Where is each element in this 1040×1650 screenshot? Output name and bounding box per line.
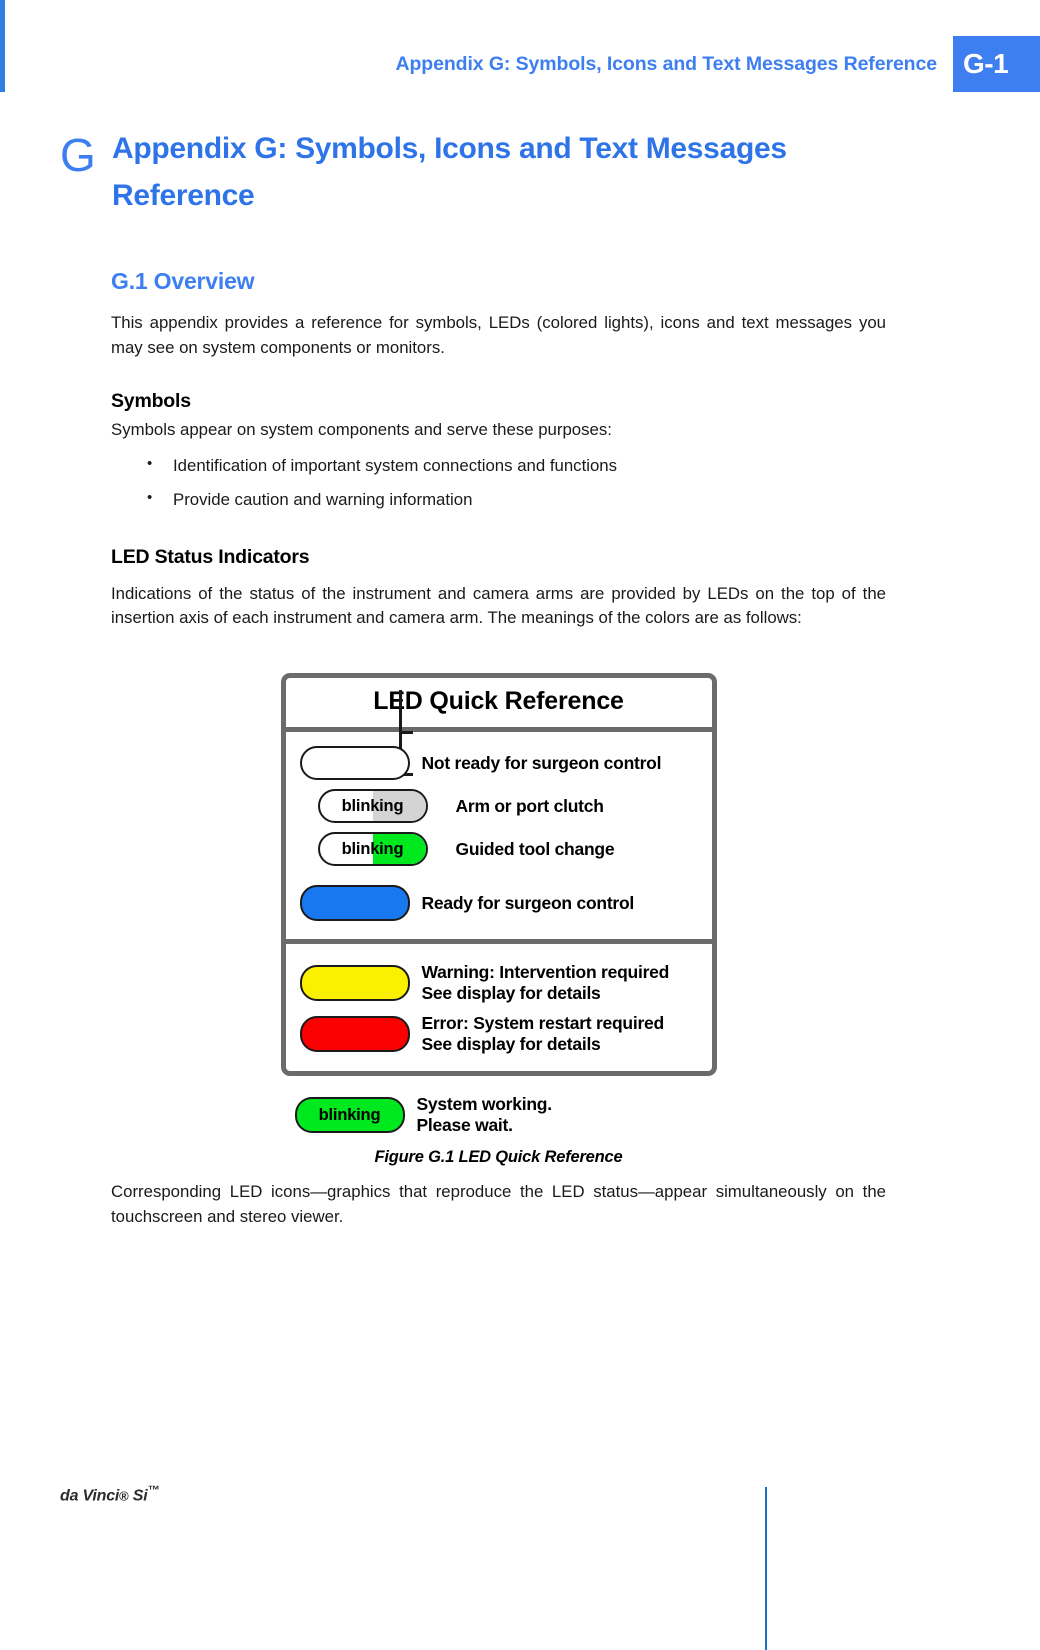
chapter-letter: G bbox=[60, 129, 96, 181]
led-lamp-label: blinking bbox=[341, 839, 404, 858]
overview-paragraph: This appendix provides a reference for s… bbox=[111, 313, 886, 357]
led-description-line1: System working. bbox=[416, 1094, 553, 1114]
led-lamp-blinking-green-solid-icon: blinking bbox=[294, 1097, 405, 1133]
led-row-system-working: blinking System working. Please wait. bbox=[281, 1094, 717, 1136]
figure-caption: Figure G.1 LED Quick Reference bbox=[374, 1148, 623, 1166]
led-description-line2: Please wait. bbox=[416, 1115, 513, 1135]
led-row-description: Warning: Intervention required See displ… bbox=[422, 962, 670, 1004]
led-row-description: Guided tool change bbox=[456, 839, 615, 860]
content-column: G.1 Overview This appendix provides a re… bbox=[111, 268, 886, 1226]
led-lamp-off-icon bbox=[299, 746, 410, 780]
chapter-title-block: G Appendix G: Symbols, Icons and Text Me… bbox=[60, 126, 890, 219]
running-header-title: Appendix G: Symbols, Icons and Text Mess… bbox=[395, 52, 938, 75]
section-heading-overview: G.1 Overview bbox=[111, 268, 255, 294]
led-lamp-blue-icon bbox=[299, 885, 410, 921]
page-number-badge: G-1 bbox=[953, 36, 1040, 92]
running-header: Appendix G: Symbols, Icons and Text Mess… bbox=[0, 36, 1040, 92]
led-row-ready-for-surgeon-control: Ready for surgeon control bbox=[299, 885, 712, 921]
led-row-warning: Warning: Intervention required See displ… bbox=[299, 962, 712, 1004]
footer-model: Si bbox=[128, 1487, 148, 1505]
led-row-description: Arm or port clutch bbox=[456, 796, 604, 817]
footer-product-name: da Vinci® Si™ bbox=[60, 1483, 160, 1505]
led-description-line1: Warning: Intervention required bbox=[421, 962, 670, 982]
trademark-mark-icon: ™ bbox=[147, 1483, 160, 1497]
led-lamp-blinking-green-icon: blinking bbox=[317, 832, 428, 866]
page-title: Appendix G: Symbols, Icons and Text Mess… bbox=[112, 132, 787, 212]
led-section-status: Not ready for surgeon control blinking A… bbox=[286, 690, 712, 939]
symbols-intro-paragraph: Symbols appear on system components and … bbox=[111, 420, 612, 440]
led-row-description: Error: System restart required See displ… bbox=[421, 1013, 665, 1055]
led-row-not-ready: Not ready for surgeon control bbox=[299, 746, 712, 780]
led-lamp-label: blinking bbox=[318, 1105, 381, 1124]
led-description-line1: Not ready for surgeon control bbox=[421, 752, 662, 773]
led-row-description: System working. Please wait. bbox=[416, 1094, 553, 1136]
led-row-description: Ready for surgeon control bbox=[422, 893, 635, 914]
led-description-line1: Guided tool change bbox=[455, 838, 615, 859]
footer-product: da Vinci bbox=[60, 1487, 120, 1505]
led-section-alerts: Warning: Intervention required See displ… bbox=[286, 944, 712, 1071]
led-lamp-red-icon bbox=[299, 1016, 410, 1052]
led-description-line2: See display for details bbox=[421, 983, 601, 1003]
symbols-bullet-list: Identification of important system conne… bbox=[111, 453, 886, 513]
registered-mark-icon: ® bbox=[119, 1488, 129, 1504]
led-figure-title: LED Quick Reference bbox=[373, 687, 624, 715]
led-description-line1: Error: System restart required bbox=[421, 1013, 665, 1033]
sub-heading-led-status-indicators: LED Status Indicators bbox=[111, 545, 310, 568]
led-title-band: LED Quick Reference bbox=[285, 678, 712, 732]
led-row-arm-or-port-clutch: blinking Arm or port clutch bbox=[300, 789, 712, 823]
led-reference-box: LED Quick Reference Not ready for surgeo… bbox=[280, 673, 717, 1076]
led-status-paragraph: Indications of the status of the instrum… bbox=[111, 583, 886, 628]
after-figure-paragraph: Corresponding LED icons—graphics that re… bbox=[111, 1182, 886, 1226]
led-row-error: Error: System restart required See displ… bbox=[299, 1013, 712, 1055]
sub-heading-symbols: Symbols bbox=[111, 390, 191, 413]
led-quick-reference-figure: LED Quick Reference Not ready for surgeo… bbox=[111, 673, 886, 1167]
after-figure-block: Corresponding LED icons—graphics that re… bbox=[111, 1180, 886, 1229]
led-description-line2: See display for details bbox=[421, 1034, 601, 1054]
list-item: Identification of important system conne… bbox=[141, 453, 886, 479]
led-lamp-label: blinking bbox=[341, 796, 404, 815]
footer-vertical-rule bbox=[765, 1487, 767, 1650]
list-item: Provide caution and warning information bbox=[141, 487, 886, 513]
led-row-description: Not ready for surgeon control bbox=[422, 753, 662, 774]
led-description-line1: Arm or port clutch bbox=[455, 795, 604, 816]
led-description-line1: Ready for surgeon control bbox=[421, 892, 635, 913]
led-row-guided-tool-change: blinking Guided tool change bbox=[300, 832, 712, 866]
led-lamp-blinking-gray-icon: blinking bbox=[317, 789, 428, 823]
led-lamp-yellow-icon bbox=[299, 965, 410, 1001]
